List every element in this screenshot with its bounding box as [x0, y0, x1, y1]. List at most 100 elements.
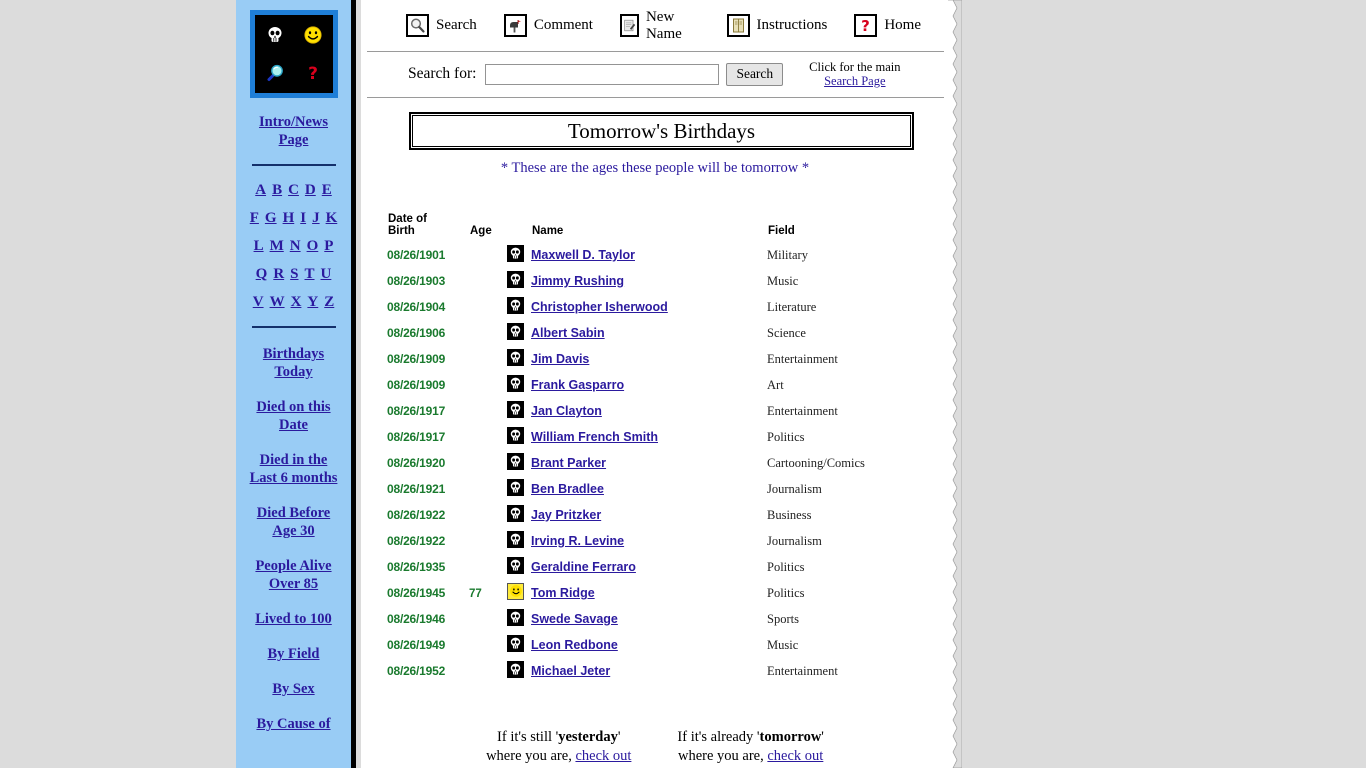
person-link[interactable]: Brant Parker [531, 456, 606, 470]
site-logo[interactable]: ? [246, 7, 341, 101]
alpha-link-m[interactable]: M [270, 237, 284, 255]
person-link[interactable]: Swede Savage [531, 612, 618, 626]
person-link[interactable]: Maxwell D. Taylor [531, 248, 635, 262]
sidebar-item-died-in-the-last-6-months[interactable]: Died in the Last 6 months [236, 451, 351, 487]
person-link[interactable]: Jim Davis [531, 352, 589, 366]
search-input[interactable] [485, 63, 720, 85]
torn-edge-shape [948, 0, 962, 768]
alpha-link-d[interactable]: D [305, 181, 316, 199]
sidebar-link-line1[interactable]: By Cause of [236, 715, 351, 733]
alpha-link-w[interactable]: W [270, 293, 285, 311]
person-link[interactable]: Ben Bradlee [531, 482, 604, 496]
cell-field: Politics [767, 424, 927, 450]
sidebar-link-line2[interactable]: Over 85 [236, 575, 351, 593]
cell-age [469, 528, 507, 554]
smiley-icon [507, 582, 524, 600]
alpha-link-j[interactable]: J [312, 209, 320, 227]
alpha-link-f[interactable]: F [250, 209, 259, 227]
date-of-birth: 08/26/1945 [387, 586, 446, 600]
sidebar-link-line2[interactable]: Last 6 months [236, 469, 351, 487]
sidebar-link-line1[interactable]: Died in the [236, 451, 351, 469]
person-link[interactable]: Geraldine Ferraro [531, 560, 636, 574]
person-link[interactable]: Frank Gasparro [531, 378, 624, 392]
toolbar-item-comment[interactable]: Comment [503, 14, 593, 37]
sidebar-item-died-on-this-date[interactable]: Died on this Date [236, 398, 351, 434]
sidebar-item-people-alive-over-85[interactable]: People Alive Over 85 [236, 557, 351, 593]
footer-notes: If it's still 'yesterday' where you are,… [362, 728, 948, 766]
age-value: 77 [469, 588, 482, 600]
alpha-link-c[interactable]: C [288, 181, 299, 199]
cell-name: Jim Davis [531, 346, 767, 372]
alpha-link-q[interactable]: Q [256, 265, 268, 283]
alpha-link-a[interactable]: A [255, 181, 266, 199]
sidebar-item-intro-news[interactable]: Intro/News Page [236, 113, 351, 149]
alpha-link-h[interactable]: H [283, 209, 295, 227]
toolbar-item-instructions[interactable]: Instructions [726, 14, 827, 37]
sidebar-item-died-before-age-30[interactable]: Died Before Age 30 [236, 504, 351, 540]
intro-news-line2[interactable]: Page [236, 131, 351, 149]
person-link[interactable]: Irving R. Levine [531, 534, 624, 548]
field-value: Cartooning/Comics [767, 456, 865, 470]
person-link[interactable]: William French Smith [531, 430, 658, 444]
footer-left-link[interactable]: check out [575, 748, 631, 764]
search-button[interactable]: Search [726, 62, 784, 86]
alpha-link-e[interactable]: E [322, 181, 332, 199]
person-link[interactable]: Christopher Isherwood [531, 300, 668, 314]
sidebar-item-by-sex[interactable]: By Sex [236, 680, 351, 698]
person-link[interactable]: Jimmy Rushing [531, 274, 624, 288]
person-link[interactable]: Leon Redbone [531, 638, 618, 652]
sidebar-link-line2[interactable]: Today [236, 363, 351, 381]
footer-right-link[interactable]: check out [767, 748, 823, 764]
intro-news-line1[interactable]: Intro/News [236, 113, 351, 131]
alpha-link-n[interactable]: N [290, 237, 301, 255]
sidebar-item-birthdays-today[interactable]: Birthdays Today [236, 345, 351, 381]
sidebar-link-line1[interactable]: People Alive [236, 557, 351, 575]
alpha-link-r[interactable]: R [273, 265, 284, 283]
sidebar-link-line1[interactable]: By Sex [236, 680, 351, 698]
table-row: 08/26/1946 Swede Savage Sports [387, 606, 927, 632]
sidebar-link-line1[interactable]: Died on this [236, 398, 351, 416]
alphabet-row-5: VWXYZ [236, 293, 351, 311]
table-row: 08/26/1904 Christopher Isherwood Literatur… [387, 294, 927, 320]
alpha-link-g[interactable]: G [265, 209, 277, 227]
sidebar-link-line2[interactable]: Age 30 [236, 522, 351, 540]
sidebar-divider-bottom [251, 326, 336, 328]
skull-icon [507, 296, 524, 314]
search-page-link[interactable]: Search Page [824, 74, 885, 88]
alpha-link-p[interactable]: P [324, 237, 333, 255]
alpha-link-o[interactable]: O [307, 237, 319, 255]
person-link[interactable]: Jan Clayton [531, 404, 602, 418]
alpha-link-i[interactable]: I [300, 209, 306, 227]
field-value: Entertainment [767, 352, 838, 366]
toolbar-item-home[interactable]: ? Home [854, 14, 921, 37]
alpha-link-b[interactable]: B [272, 181, 282, 199]
sidebar-link-line1[interactable]: Died Before [236, 504, 351, 522]
person-link[interactable]: Michael Jeter [531, 664, 610, 678]
alpha-link-x[interactable]: X [291, 293, 302, 311]
person-link[interactable]: Albert Sabin [531, 326, 605, 340]
alpha-link-y[interactable]: Y [307, 293, 318, 311]
cell-name: Christopher Isherwood [531, 294, 767, 320]
sidebar-item-lived-to-100[interactable]: Lived to 100 [236, 610, 351, 628]
top-toolbar: Search Comment New Name Instructions ? H… [362, 0, 948, 51]
person-link[interactable]: Tom Ridge [531, 586, 595, 600]
sidebar-link-line1[interactable]: Lived to 100 [236, 610, 351, 628]
sidebar-link-line1[interactable]: Birthdays [236, 345, 351, 363]
alpha-link-t[interactable]: T [305, 265, 315, 283]
alpha-link-z[interactable]: Z [324, 293, 334, 311]
sidebar-item-by-field[interactable]: By Field [236, 645, 351, 663]
cell-date-of-birth: 08/26/1921 [387, 476, 469, 502]
alpha-link-v[interactable]: V [253, 293, 264, 311]
toolbar-item-new-name[interactable]: New Name [619, 9, 700, 43]
alpha-link-u[interactable]: U [321, 265, 332, 283]
field-value: Music [767, 638, 799, 652]
person-link[interactable]: Jay Pritzker [531, 508, 601, 522]
cell-age [469, 398, 507, 424]
alpha-link-k[interactable]: K [326, 209, 338, 227]
alpha-link-s[interactable]: S [290, 265, 298, 283]
sidebar-item-by-cause-of[interactable]: By Cause of [236, 715, 351, 733]
toolbar-item-search[interactable]: Search [406, 14, 477, 37]
sidebar-link-line2[interactable]: Date [236, 416, 351, 434]
alpha-link-l[interactable]: L [254, 237, 264, 255]
sidebar-link-line1[interactable]: By Field [236, 645, 351, 663]
